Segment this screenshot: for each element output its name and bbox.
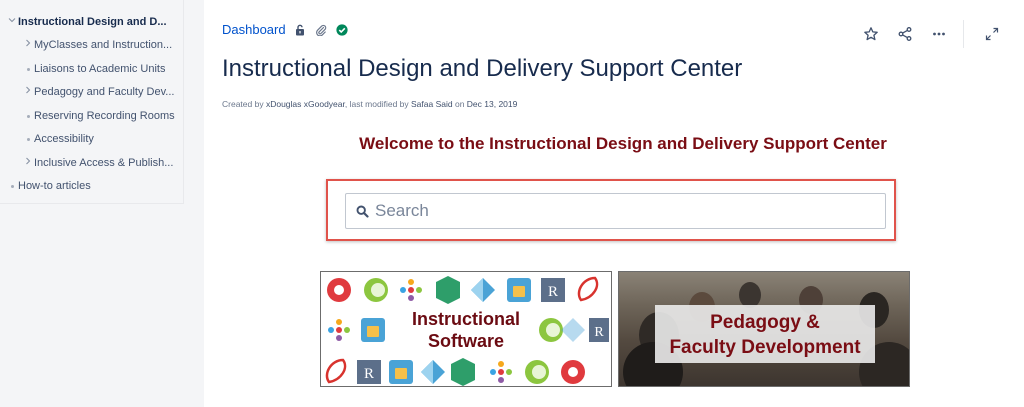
- bullet-icon: [22, 131, 34, 147]
- tree-item-myclasses[interactable]: MyClasses and Instruction...: [0, 34, 183, 58]
- meta-on-label: on: [452, 99, 467, 109]
- tree-item-label: Accessibility: [34, 133, 94, 146]
- tree-item-label: How-to articles: [18, 180, 91, 193]
- tree-item-label: Pedagogy and Faculty Dev...: [34, 86, 175, 99]
- toolbar-divider: [963, 20, 964, 48]
- attachment-icon[interactable]: [315, 23, 328, 36]
- search-panel: [326, 179, 896, 241]
- page-metadata: Created by xDouglas xGoodyear, last modi…: [222, 99, 517, 109]
- sidebar: Instructional Design and D... MyClasses …: [0, 0, 204, 407]
- chevron-right-icon[interactable]: [22, 84, 34, 100]
- meta-created-label: Created by: [222, 99, 266, 109]
- unlock-icon[interactable]: [294, 23, 307, 36]
- svg-text:R: R: [548, 284, 558, 300]
- svg-text:R: R: [594, 325, 604, 340]
- svg-text:R: R: [364, 366, 374, 382]
- search-input[interactable]: [375, 201, 855, 221]
- author-link[interactable]: xDouglas xGoodyear: [266, 99, 345, 109]
- tile-label-pedagogy: Pedagogy & Faculty Development: [655, 305, 875, 363]
- bullet-icon: [22, 108, 34, 124]
- tree-item-recording-rooms[interactable]: Reserving Recording Rooms: [0, 104, 183, 128]
- tree-item-label: MyClasses and Instruction...: [34, 39, 173, 52]
- main-content: Dashboard Instructional Design and Deliv…: [204, 0, 1024, 407]
- tile-label-instructional-software: Instructional Software: [399, 305, 533, 355]
- chevron-right-icon[interactable]: [22, 37, 34, 53]
- modified-date-link[interactable]: Dec 13, 2019: [467, 99, 518, 109]
- tree-item-label: Instructional Design and D...: [18, 15, 167, 28]
- chevron-down-icon[interactable]: [6, 14, 18, 30]
- instructional-software-tile[interactable]: R R R Instructional Software: [320, 271, 612, 387]
- bullet-icon: [22, 61, 34, 77]
- tree-item-label: Inclusive Access & Publish...: [34, 156, 174, 169]
- tree-item-label: Reserving Recording Rooms: [34, 109, 175, 122]
- star-icon[interactable]: [859, 22, 883, 46]
- breadcrumb: Dashboard: [222, 22, 349, 37]
- welcome-heading: Welcome to the Instructional Design and …: [359, 134, 887, 153]
- page-actions: [849, 20, 1004, 48]
- page-title: Instructional Design and Delivery Suppor…: [222, 55, 743, 82]
- verified-check-icon[interactable]: [336, 23, 349, 36]
- tree-item-how-to[interactable]: How-to articles: [0, 175, 183, 199]
- chevron-right-icon[interactable]: [22, 155, 34, 171]
- tree-item-pedagogy[interactable]: Pedagogy and Faculty Dev...: [0, 81, 183, 105]
- search-icon: [356, 205, 369, 218]
- meta-modified-label: , last modified by: [344, 99, 412, 109]
- breadcrumb-dashboard-link[interactable]: Dashboard: [222, 22, 286, 37]
- tree-item-label: Liaisons to Academic Units: [34, 62, 166, 75]
- bullet-icon: [6, 178, 18, 194]
- modifier-link[interactable]: Safaa Said: [411, 99, 453, 109]
- search-field[interactable]: [345, 193, 886, 229]
- tree-item-inclusive-access[interactable]: Inclusive Access & Publish...: [0, 151, 183, 175]
- tree-item-instructional-design[interactable]: Instructional Design and D...: [0, 10, 183, 34]
- expand-icon[interactable]: [980, 22, 1004, 46]
- tree-item-accessibility[interactable]: Accessibility: [0, 128, 183, 152]
- share-icon[interactable]: [893, 22, 917, 46]
- more-options-icon[interactable]: [927, 22, 951, 46]
- tree-item-liaisons[interactable]: Liaisons to Academic Units: [0, 57, 183, 81]
- pedagogy-faculty-tile[interactable]: Pedagogy & Faculty Development: [618, 271, 910, 387]
- page-tree: Instructional Design and D... MyClasses …: [0, 0, 184, 204]
